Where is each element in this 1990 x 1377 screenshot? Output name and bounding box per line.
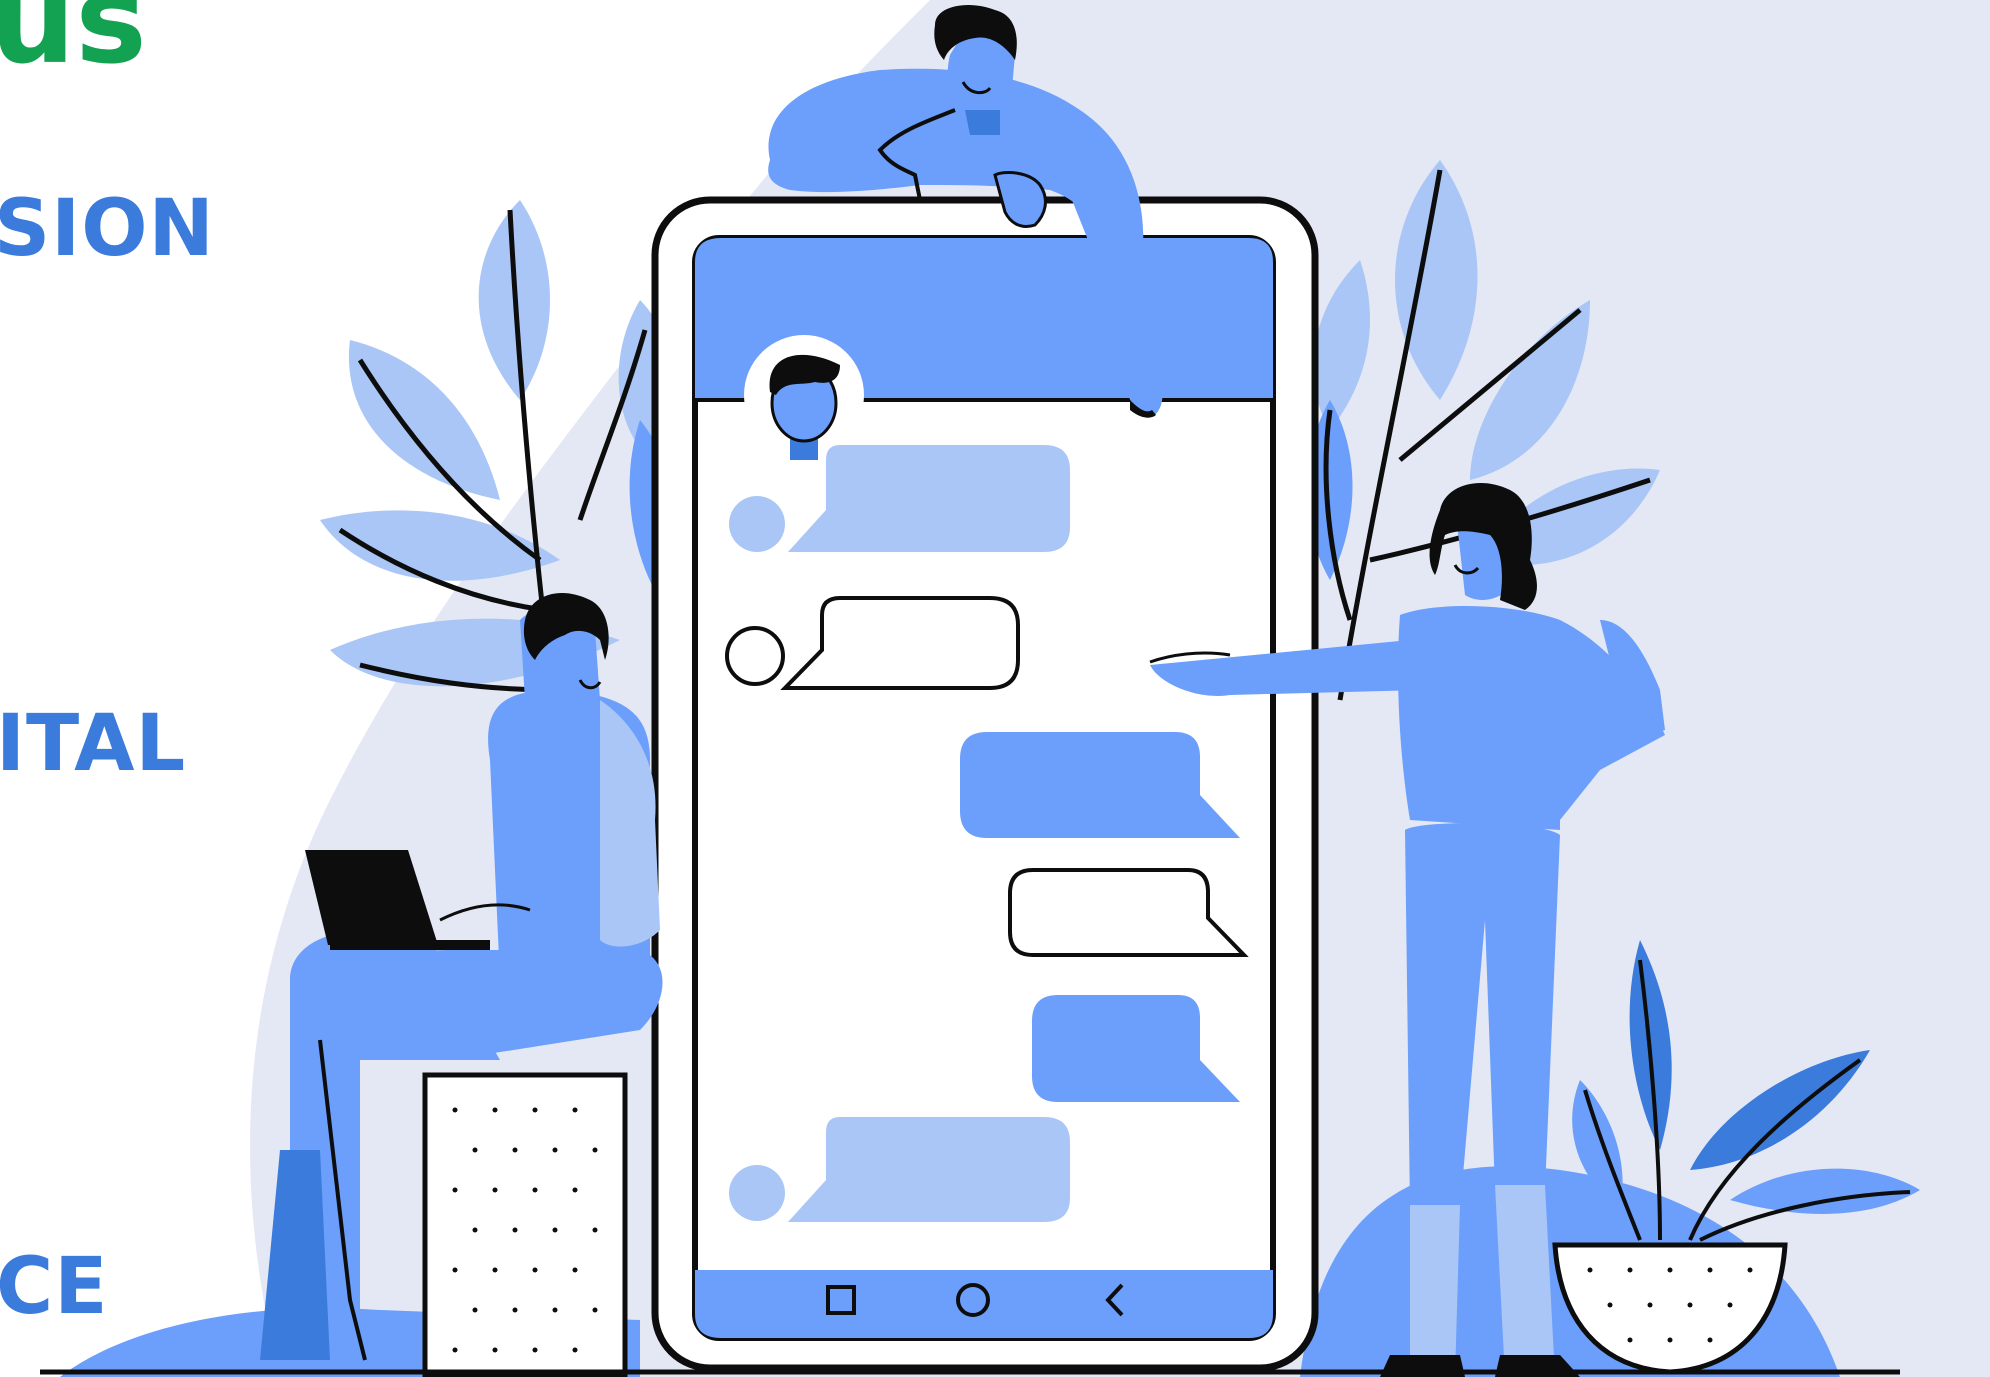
chat-bubble-sent-1 <box>960 732 1240 838</box>
phone-nav-bar <box>695 1270 1273 1338</box>
chat-bubble-sent-2 <box>1008 868 1249 957</box>
smartphone <box>651 196 1319 1372</box>
dotted-stool <box>422 1072 628 1377</box>
chat-illustration <box>40 0 1990 1377</box>
